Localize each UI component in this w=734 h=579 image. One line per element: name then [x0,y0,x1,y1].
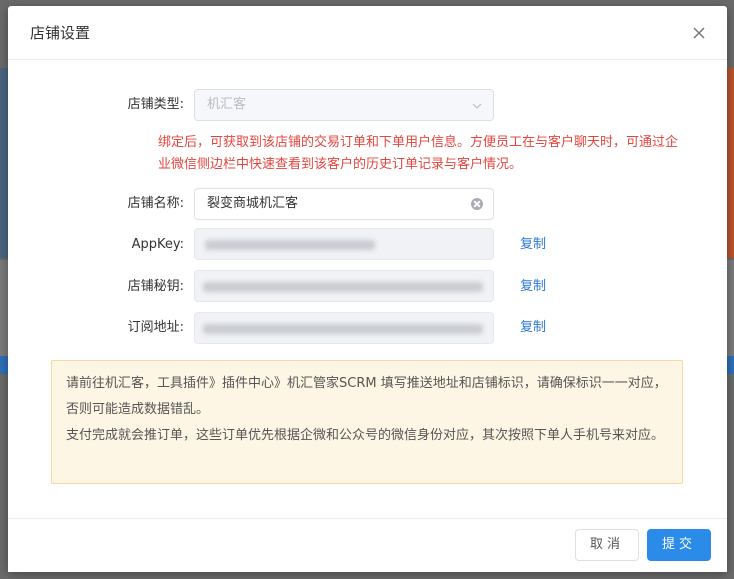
store-secret-label: 店铺秘钥: [127,279,184,294]
store-type-label: 店铺类型: [127,97,184,112]
dialog-header: 店铺设置 [8,6,727,60]
store-settings-dialog: 店铺设置 店铺类型: 机汇客 绑定后，可获取到该店铺的交易订单和下单用户信息。方… [8,6,727,572]
appkey-field[interactable] [194,228,494,260]
cancel-button[interactable]: 取消 [575,529,639,561]
close-icon[interactable] [691,25,707,41]
copy-url-button[interactable]: 复制 [520,320,546,336]
chevron-down-icon [472,103,482,109]
appkey-label: AppKey: [131,237,184,252]
store-secret-field[interactable] [194,270,494,302]
dialog-title: 店铺设置 [30,24,91,42]
instruction-line-2: 支付完成就会推订单，这些订单优先根据企微和公众号的微信身份对应，其次按照下单人手… [66,428,665,443]
dialog-body: 店铺类型: 机汇客 绑定后，可获取到该店铺的交易订单和下单用户信息。方便员工在与… [8,60,727,518]
store-type-select[interactable]: 机汇客 [194,89,494,121]
subscribe-url-label: 订阅地址: [127,320,184,335]
instruction-line-1: 请前往机汇客，工具插件》插件中心》机汇管家SCRM 填写推送地址和店铺标识，请确… [66,376,667,417]
copy-secret-button[interactable]: 复制 [520,279,546,295]
store-name-value: 裂变商城机汇客 [207,196,299,211]
store-name-label: 店铺名称: [127,196,184,211]
dialog-footer: 取消 提交 [8,518,727,572]
subscribe-url-field[interactable] [194,312,494,344]
store-name-input[interactable]: 裂变商城机汇客 [194,188,494,220]
store-type-value: 机汇客 [207,97,247,112]
submit-button[interactable]: 提交 [647,529,711,561]
instruction-box: 请前往机汇客，工具插件》插件中心》机汇管家SCRM 填写推送地址和店铺标识，请确… [51,360,683,484]
binding-notice: 绑定后，可获取到该店铺的交易订单和下单用户信息。方便员工在与客户聊天时，可通过企… [158,135,679,172]
copy-appkey-button[interactable]: 复制 [520,237,546,253]
clear-icon[interactable] [471,198,483,210]
